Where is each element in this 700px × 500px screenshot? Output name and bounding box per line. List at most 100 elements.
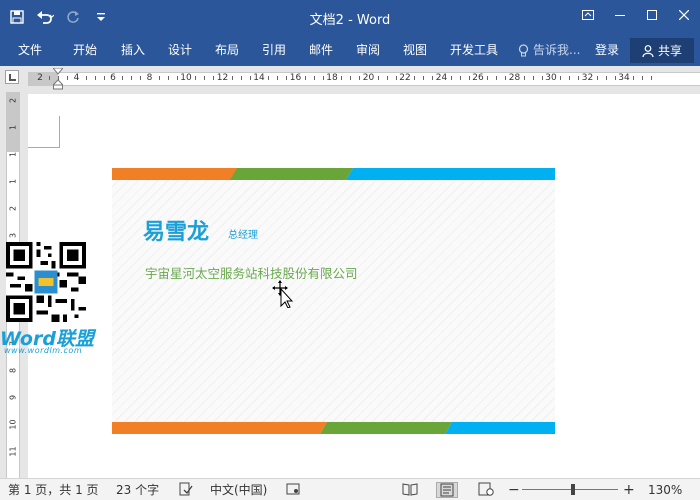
document-page[interactable]: 易雪龙 总经理 宇宙星河太空服务站科技股份有限公司 xyxy=(28,94,700,478)
proofing-icon xyxy=(179,482,193,496)
ribbon-display-options-button[interactable] xyxy=(572,0,604,30)
ruler-label: 11 xyxy=(8,446,18,457)
ruler-label: 20 xyxy=(362,73,375,83)
stripe-blue-bottom xyxy=(445,422,555,434)
ruler-tick xyxy=(58,76,60,80)
ruler-label: 1 xyxy=(8,178,18,185)
language-indicator[interactable]: 中文(中国) xyxy=(210,482,267,498)
ruler-label: 10 xyxy=(8,419,18,430)
stripe-orange-bottom xyxy=(112,422,327,434)
print-layout-button[interactable] xyxy=(436,482,458,498)
ruler-tick xyxy=(377,76,379,80)
ruler-label: 2 xyxy=(37,73,43,83)
page-count[interactable]: 第 1 页，共 1 页 xyxy=(8,482,99,498)
ruler-tick xyxy=(350,76,352,80)
ruler-tick xyxy=(49,76,51,80)
wordlm-watermark: Word联盟 www.wordlm.com xyxy=(0,240,96,358)
globe-icon xyxy=(478,482,494,496)
ruler-tick xyxy=(532,76,534,80)
tab-view[interactable]: 视图 xyxy=(403,35,427,66)
ruler-label: 2 xyxy=(8,97,18,104)
ruler-label: 32 xyxy=(581,73,594,83)
stripe-blue xyxy=(346,168,555,180)
macro-record-button[interactable] xyxy=(286,482,300,498)
title-bar: 文档2 - Word xyxy=(0,0,700,35)
ruler-label: 34 xyxy=(618,73,630,83)
move-cursor-icon xyxy=(272,280,294,308)
ruler-tick xyxy=(94,76,96,80)
ruler-tick xyxy=(651,76,653,80)
share-button[interactable]: 共享 xyxy=(630,38,694,63)
ruler-tick xyxy=(459,76,461,80)
ruler-tick xyxy=(414,76,416,80)
minimize-button[interactable] xyxy=(604,0,636,30)
ruler-label: 1 xyxy=(8,124,18,131)
business-card[interactable]: 易雪龙 总经理 宇宙星河太空服务站科技股份有限公司 xyxy=(112,168,555,434)
ruler-label: 28 xyxy=(508,73,521,83)
book-icon xyxy=(402,483,418,496)
ruler-label: 8 xyxy=(8,367,18,374)
ruler-tick xyxy=(605,76,607,80)
lightbulb-icon xyxy=(518,43,529,56)
web-layout-button[interactable] xyxy=(478,482,494,498)
person-icon xyxy=(642,44,654,57)
ruler-tick xyxy=(204,76,206,80)
tell-me-box[interactable]: 告诉我... xyxy=(518,35,580,66)
ruler-label: 6 xyxy=(110,73,116,83)
minimize-icon xyxy=(615,15,625,16)
window-controls xyxy=(572,0,700,30)
macro-icon xyxy=(286,483,300,495)
qr-code-icon xyxy=(6,242,86,322)
proofing-button[interactable] xyxy=(179,482,193,498)
share-label: 共享 xyxy=(657,44,682,58)
ruler-tick xyxy=(277,76,279,80)
zoom-level[interactable]: 130% xyxy=(648,482,682,498)
tab-design[interactable]: 设计 xyxy=(168,35,192,66)
status-bar: 第 1 页，共 1 页 23 个字 中文(中国) − + 130% xyxy=(0,478,700,500)
card-top-stripe xyxy=(112,168,555,180)
ruler-label: 8 xyxy=(146,73,153,83)
tab-review[interactable]: 审阅 xyxy=(356,35,380,66)
card-name: 易雪龙 xyxy=(143,220,210,245)
ruler-tick xyxy=(304,76,306,80)
tab-mailings[interactable]: 邮件 xyxy=(309,35,333,66)
ruler-tick xyxy=(487,76,489,80)
margin-corner-mark xyxy=(28,116,60,148)
ruler-label: 10 xyxy=(180,73,192,83)
page-layout-icon xyxy=(440,483,454,497)
ruler-tick xyxy=(569,76,571,80)
maximize-icon xyxy=(647,10,657,20)
tab-developer[interactable]: 开发工具 xyxy=(450,35,498,66)
ruler-tick xyxy=(122,76,124,80)
ruler-tick xyxy=(596,76,598,80)
word-count[interactable]: 23 个字 xyxy=(116,482,159,498)
stripe-green-bottom xyxy=(320,422,452,434)
tab-references[interactable]: 引用 xyxy=(262,35,286,66)
ruler-tick xyxy=(560,76,562,80)
zoom-slider-thumb[interactable] xyxy=(571,484,575,495)
tab-selector[interactable] xyxy=(5,70,19,84)
ruler-tick xyxy=(450,76,452,80)
tab-insert[interactable]: 插入 xyxy=(121,35,145,66)
ruler-label: 16 xyxy=(289,73,302,83)
ruler-label: 24 xyxy=(435,73,448,83)
ruler-tick xyxy=(313,76,315,80)
card-company: 宇宙星河太空服务站科技股份有限公司 xyxy=(145,266,358,281)
read-mode-button[interactable] xyxy=(402,482,418,498)
ruler-tick xyxy=(240,76,242,80)
tab-layout[interactable]: 布局 xyxy=(215,35,239,66)
horizontal-ruler[interactable]: 2 4 6 8 10 12 14 16 18 20 22 24 26 28 30 32 34 xyxy=(0,66,700,92)
ruler-tick xyxy=(642,76,644,80)
zoom-out-button[interactable]: − xyxy=(508,482,520,498)
ruler-tick xyxy=(423,76,425,80)
ruler-label: 30 xyxy=(545,73,557,83)
close-button[interactable] xyxy=(668,0,700,30)
ribbon-options-icon xyxy=(582,10,594,20)
sign-in-link[interactable]: 登录 xyxy=(595,35,619,66)
zoom-slider-track[interactable] xyxy=(522,489,618,490)
tab-home[interactable]: 开始 xyxy=(73,35,97,66)
tab-file[interactable]: 文件 xyxy=(18,35,42,66)
maximize-button[interactable] xyxy=(636,0,668,30)
tell-me-text: 告诉我... xyxy=(533,43,581,57)
zoom-in-button[interactable]: + xyxy=(623,482,635,498)
